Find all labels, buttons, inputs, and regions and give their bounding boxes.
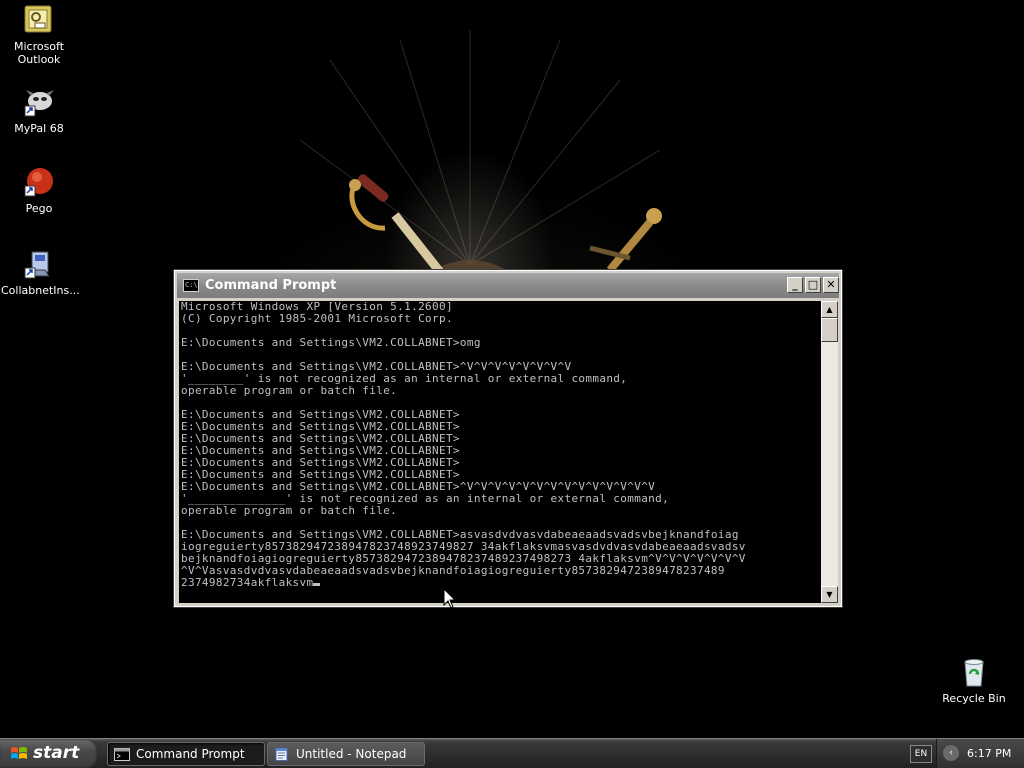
desktop-icon-recycle-bin[interactable]: Recycle Bin [936, 656, 1012, 705]
installer-icon [24, 251, 50, 279]
console-area[interactable]: Microsoft Windows XP [Version 5.1.2600] … [179, 301, 821, 603]
command-prompt-window[interactable]: C:\ Command Prompt _ □ ✕ Microsoft Windo… [173, 269, 843, 608]
taskbar-button-label: Command Prompt [136, 747, 245, 761]
show-hidden-icons-button[interactable]: ‹ [943, 745, 959, 761]
desktop-icon-microsoft-outlook[interactable]: Microsoft Outlook [1, 4, 77, 66]
windows-flag-icon [11, 747, 27, 759]
console-output: Microsoft Windows XP [Version 5.1.2600] … [179, 301, 821, 589]
mouse-cursor-icon [443, 588, 457, 609]
taskbar-button-notepad[interactable]: Untitled - Notepad [267, 742, 425, 766]
scroll-thumb[interactable] [821, 318, 838, 342]
outlook-icon [24, 5, 52, 33]
notepad-icon [275, 748, 288, 761]
taskbar-button-label: Untitled - Notepad [296, 747, 407, 761]
desktop-icon-label: MyPal 68 [14, 122, 64, 135]
recycle-bin-icon [964, 659, 984, 687]
sword-right-icon [589, 208, 662, 273]
close-button[interactable]: ✕ [823, 277, 839, 293]
command-prompt-icon [114, 748, 130, 761]
desktop-icon-mypal[interactable]: MyPal 68 [1, 86, 77, 135]
scroll-down-button[interactable]: ▼ [821, 586, 838, 603]
maximize-button[interactable]: □ [805, 277, 821, 293]
start-label: start [33, 743, 80, 763]
command-prompt-icon: C:\ [183, 279, 199, 292]
window-title: Command Prompt [205, 278, 337, 293]
desktop: Microsoft Outlook MyPal 68 Pego Collabne… [0, 0, 1024, 738]
console-text: Microsoft Windows XP [Version 5.1.2600] … [181, 301, 746, 589]
pego-icon [24, 168, 53, 197]
desktop-icon-collabnet[interactable]: CollabnetIns... [1, 248, 80, 297]
minimize-button[interactable]: _ [787, 277, 803, 293]
taskbar: start Command Prompt Untitled - Notepad … [0, 738, 1024, 768]
start-button[interactable]: start [0, 739, 98, 768]
desktop-icon-label: Pego [25, 202, 53, 215]
clock[interactable]: 6:17 PM [967, 739, 1011, 768]
taskbar-button-command-prompt[interactable]: Command Prompt [107, 742, 265, 766]
title-bar[interactable]: C:\ Command Prompt _ □ ✕ [177, 273, 839, 298]
system-tray: ‹ 6:17 PM [936, 739, 1024, 768]
desktop-icon-label: Recycle Bin [942, 692, 1006, 705]
mypal-icon [24, 90, 54, 117]
desktop-icon-pego[interactable]: Pego [1, 166, 77, 215]
scroll-up-button[interactable]: ▲ [821, 301, 838, 318]
desktop-icon-label: Microsoft Outlook [13, 40, 65, 66]
sword-left-icon [349, 174, 444, 275]
desktop-icon-label: CollabnetIns... [1, 284, 80, 297]
text-cursor [313, 583, 321, 586]
vertical-scrollbar[interactable]: ▲ ▼ [821, 301, 838, 603]
language-indicator[interactable]: EN [910, 745, 932, 763]
